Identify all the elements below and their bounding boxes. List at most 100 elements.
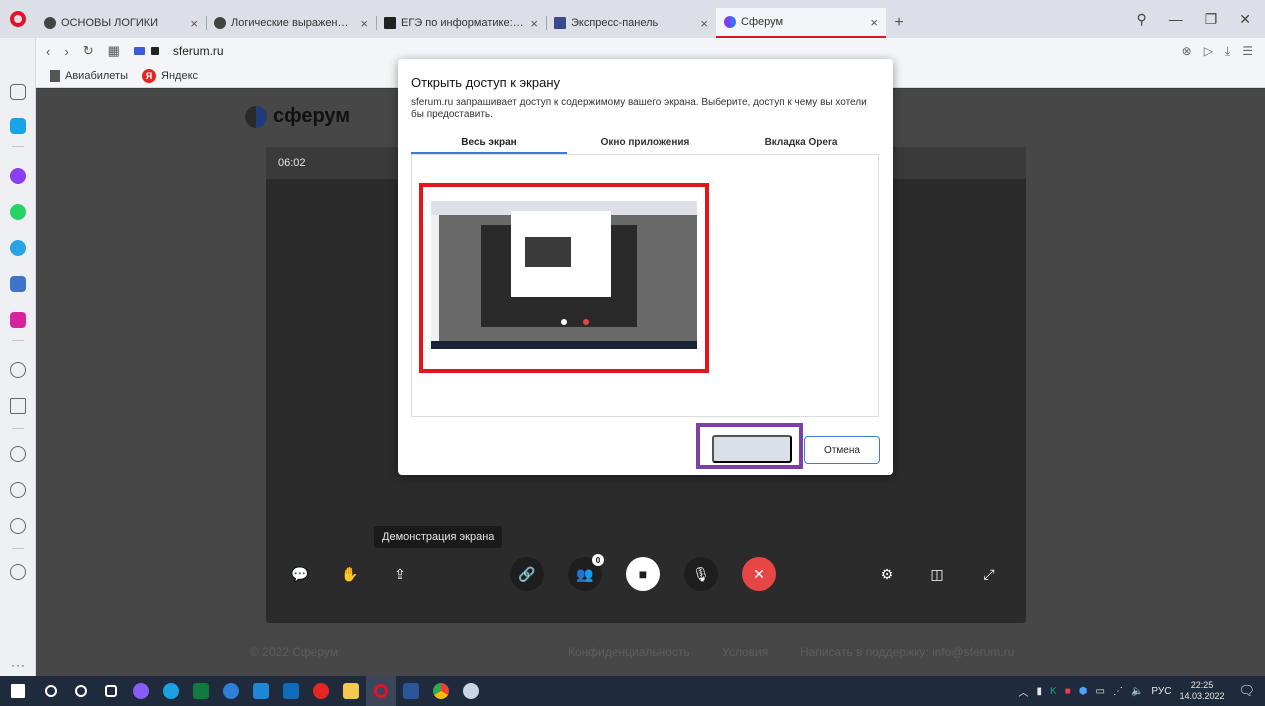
vk-icon[interactable]: [10, 276, 26, 292]
tray-app-2-icon[interactable]: ■: [1065, 686, 1071, 697]
bookmark-yandex[interactable]: Я Яндекс: [142, 68, 198, 83]
taskbar-app-chrome[interactable]: [426, 676, 456, 706]
task-view-button[interactable]: [96, 676, 126, 706]
call-settings-button[interactable]: ⚙: [870, 557, 904, 591]
kaspersky-icon[interactable]: K: [1050, 686, 1057, 697]
lock-icon[interactable]: [150, 47, 159, 55]
whatsapp-icon[interactable]: [10, 204, 26, 220]
share-button[interactable]: [712, 435, 792, 463]
chat-button[interactable]: 💬: [283, 557, 317, 591]
send-flow-icon[interactable]: [10, 398, 26, 414]
battery-icon[interactable]: ▭: [1096, 686, 1105, 697]
url-field[interactable]: sferum.ru: [173, 44, 224, 58]
network-icon[interactable]: ⋰: [1113, 686, 1123, 697]
footer-terms-link[interactable]: Условия: [722, 645, 768, 659]
search-button[interactable]: [36, 676, 66, 706]
alice-icon: [133, 683, 149, 699]
restore-icon[interactable]: ❐: [1205, 11, 1218, 28]
raise-hand-button[interactable]: ✋: [333, 557, 367, 591]
taskbar-app-opera[interactable]: [366, 676, 396, 706]
close-tab-icon[interactable]: ×: [870, 15, 878, 30]
download-icon[interactable]: ⤓: [1225, 44, 1230, 59]
taskbar-app-3[interactable]: [186, 676, 216, 706]
taskbar-app-4[interactable]: [216, 676, 246, 706]
sferum-logo[interactable]: сферум: [245, 105, 350, 128]
search-tabs-icon[interactable]: ⚲: [1136, 11, 1146, 28]
opera-menu-button[interactable]: [0, 0, 36, 38]
camera-in-use-icon[interactable]: [133, 47, 145, 55]
tab-application-window[interactable]: Окно приложения: [567, 129, 723, 154]
send-icon[interactable]: ▷: [1204, 44, 1213, 58]
clock[interactable]: 22:25 14.03.2022: [1179, 680, 1224, 702]
taskbar-app-2[interactable]: [156, 676, 186, 706]
taskbar-app-8[interactable]: [336, 676, 366, 706]
edge-icon: [163, 683, 179, 699]
start-button[interactable]: [0, 676, 36, 706]
opera-sidebar: ···: [0, 38, 36, 676]
forward-icon[interactable]: ›: [64, 44, 68, 59]
telegram-icon[interactable]: [10, 240, 26, 256]
tab-osnovy-logiki[interactable]: ОСНОВЫ ЛОГИКИ ×: [36, 8, 206, 38]
bluetooth-icon[interactable]: ⬢: [1079, 686, 1088, 697]
dialog-description: sferum.ru запрашивает доступ к содержимо…: [411, 97, 867, 120]
cancel-button[interactable]: Отмена: [804, 436, 880, 464]
speed-dial-icon[interactable]: ▦: [108, 43, 120, 59]
favorites-icon[interactable]: [10, 446, 26, 462]
chevron-up-icon[interactable]: ︿: [1019, 684, 1029, 699]
end-call-button[interactable]: ✕: [742, 557, 776, 591]
instagram-icon[interactable]: [10, 312, 26, 328]
windows-taskbar: ︿ ▮ K ■ ⬢ ▭ ⋰ 🔈 РУС 22:25 14.03.2022 🗨: [0, 676, 1265, 706]
volume-icon[interactable]: 🔈: [1131, 686, 1143, 697]
taskbar-app-paint[interactable]: [456, 676, 486, 706]
notifications-icon[interactable]: 🗨: [1238, 683, 1255, 699]
microphone-icon: 🎙: [692, 566, 710, 582]
minimize-icon[interactable]: —: [1169, 11, 1183, 27]
participants-button[interactable]: 👥 0: [568, 554, 604, 591]
opera-logo-icon: [10, 11, 26, 27]
messenger-icon[interactable]: [10, 168, 26, 184]
close-tab-icon[interactable]: ×: [530, 16, 538, 31]
tab-label: ЕГЭ по информатике: под: [401, 17, 525, 29]
close-tab-icon[interactable]: ×: [190, 16, 198, 31]
settings-icon[interactable]: [10, 518, 26, 534]
camera-off-button[interactable]: ■: [626, 557, 660, 591]
more-icon[interactable]: ···: [11, 658, 26, 672]
invite-link-button[interactable]: 🔗: [510, 557, 544, 591]
tab-ege[interactable]: ЕГЭ по информатике: под ×: [376, 8, 546, 38]
footer-support-link[interactable]: Написать в поддержку: info@sferum.ru: [800, 645, 1014, 659]
tab-entire-screen[interactable]: Весь экран: [411, 129, 567, 154]
layout-button[interactable]: ◫: [920, 557, 954, 591]
workspace-icon[interactable]: [10, 118, 26, 134]
taskbar-app-1[interactable]: [126, 676, 156, 706]
language-indicator[interactable]: РУС: [1151, 686, 1171, 697]
tab-sferum[interactable]: Сферум ×: [716, 8, 886, 38]
taskbar-app-5[interactable]: [246, 676, 276, 706]
close-tab-icon[interactable]: ×: [360, 16, 368, 31]
taskbar-app-7[interactable]: [306, 676, 336, 706]
home-icon[interactable]: [10, 84, 26, 100]
new-tab-button[interactable]: +: [886, 8, 912, 38]
cortana-button[interactable]: [66, 676, 96, 706]
taskbar-app-6[interactable]: [276, 676, 306, 706]
player-icon[interactable]: [10, 362, 26, 378]
fullscreen-button[interactable]: ⤢: [972, 557, 1006, 591]
screen-share-button[interactable]: ⇪: [383, 557, 417, 591]
close-tab-icon[interactable]: ×: [700, 16, 708, 31]
microphone-button[interactable]: 🎙: [684, 557, 718, 591]
easy-setup-icon[interactable]: ☰: [1242, 44, 1253, 58]
adblock-icon[interactable]: ⊗: [1182, 44, 1192, 58]
history-icon[interactable]: [10, 482, 26, 498]
footer-privacy-link[interactable]: Конфиденциальность: [568, 645, 690, 659]
tab-express-panel[interactable]: Экспресс-панель ×: [546, 8, 716, 38]
tray-app-icon[interactable]: ▮: [1037, 686, 1043, 697]
tips-icon[interactable]: [10, 564, 26, 580]
folder-icon: [343, 683, 359, 699]
reload-icon[interactable]: ↻: [83, 43, 94, 59]
back-icon[interactable]: ‹: [46, 44, 50, 59]
close-window-icon[interactable]: ✕: [1239, 11, 1251, 28]
taskbar-app-word[interactable]: [396, 676, 426, 706]
tab-opera-tab[interactable]: Вкладка Opera: [723, 129, 879, 154]
tab-logicheskie-vyrazheniya[interactable]: Логические выражения, п ×: [206, 8, 376, 38]
bookmark-aviabilety[interactable]: Авиабилеты: [50, 69, 128, 82]
screen-preview-option[interactable]: [419, 183, 709, 373]
